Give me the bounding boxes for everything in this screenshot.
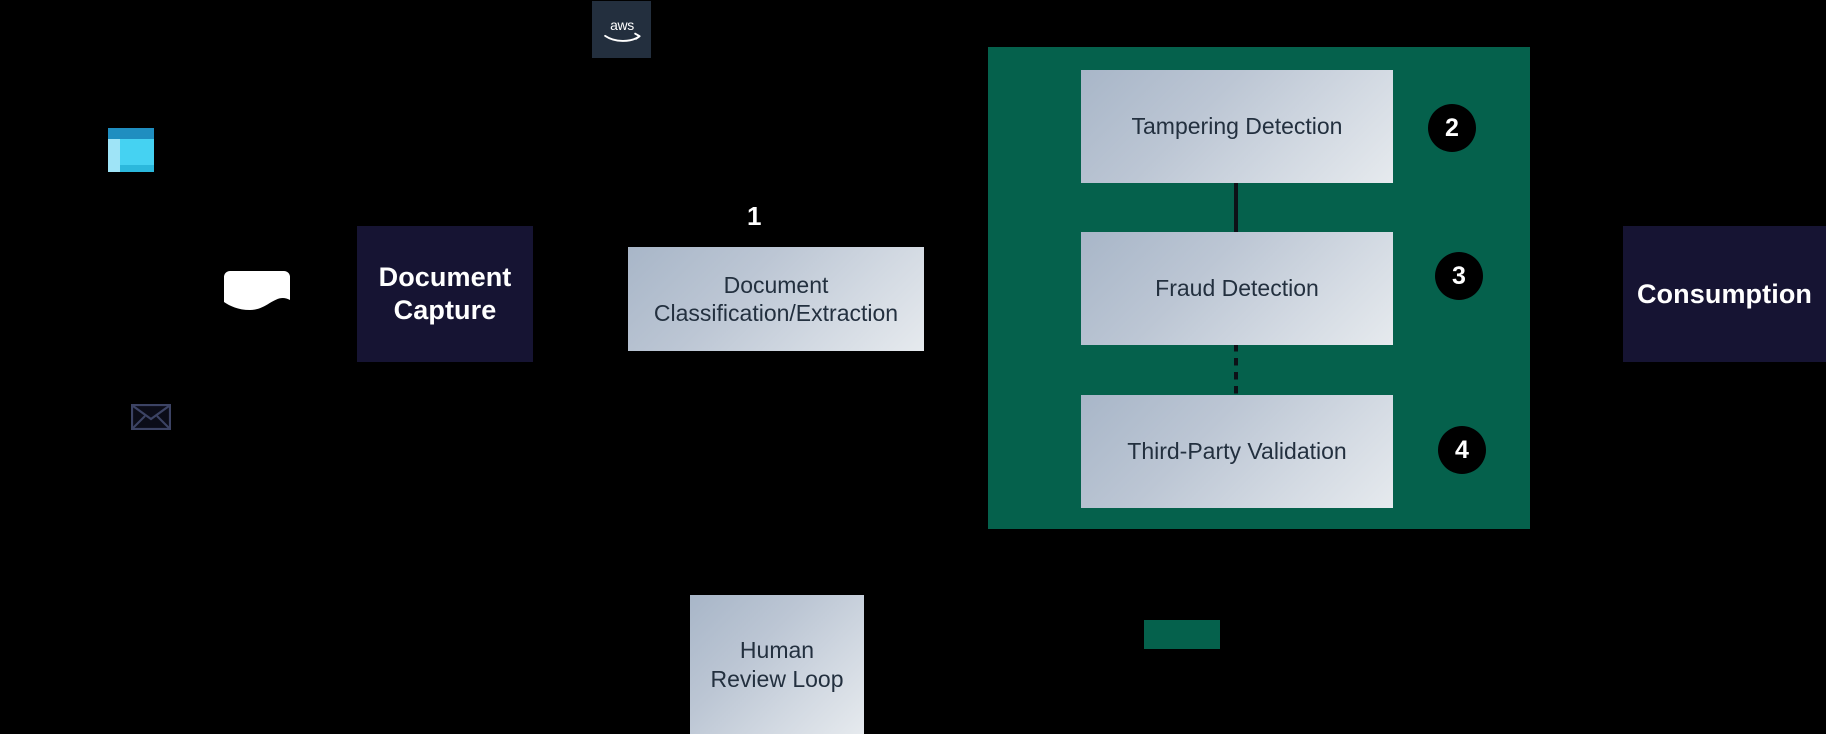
badge-step-4: 4	[1438, 426, 1486, 474]
stage-third-party-validation[interactable]: Third-Party Validation	[1081, 395, 1393, 508]
envelope-icon	[130, 403, 172, 431]
connector-fraud-to-thirdparty	[1234, 344, 1238, 400]
document-capture-label-line2: Capture	[393, 295, 497, 325]
badge-step-4-number: 4	[1455, 435, 1469, 464]
stage-consumption[interactable]: Consumption	[1623, 226, 1826, 362]
paper-document-icon	[220, 270, 290, 312]
connector-tampering-to-fraud	[1234, 182, 1238, 237]
human-review-label-line1: Human	[739, 637, 815, 664]
stage-fraud-detection[interactable]: Fraud Detection	[1081, 232, 1393, 345]
browser-window-icon	[108, 128, 154, 172]
badge-step-2: 2	[1428, 104, 1476, 152]
aws-logo-tile: aws	[592, 1, 651, 58]
stage-tampering-detection[interactable]: Tampering Detection	[1081, 70, 1393, 183]
fraud-detection-label: Fraud Detection	[1155, 275, 1319, 302]
document-capture-label: Document Capture	[379, 261, 512, 327]
diagram-canvas: aws Document Capture 1 Document Classifi…	[0, 0, 1826, 734]
classification-label: Document Classification/Extraction	[654, 271, 898, 327]
classification-label-line1: Document	[723, 271, 829, 298]
badge-step-2-number: 2	[1445, 113, 1459, 142]
stage-human-review-loop[interactable]: Human Review Loop	[690, 595, 864, 734]
tampering-detection-label: Tampering Detection	[1131, 113, 1343, 140]
green-accent-chip	[1144, 620, 1220, 649]
step-number-1: 1	[747, 201, 762, 231]
third-party-validation-label: Third-Party Validation	[1127, 438, 1347, 465]
stage-document-classification[interactable]: Document Classification/Extraction	[628, 247, 924, 351]
consumption-label: Consumption	[1636, 278, 1813, 309]
badge-step-3-number: 3	[1452, 261, 1466, 290]
aws-logo-icon: aws	[603, 17, 641, 42]
badge-step-3: 3	[1435, 252, 1483, 300]
stage-document-capture[interactable]: Document Capture	[357, 226, 533, 362]
human-review-loop-label: Human Review Loop	[711, 636, 844, 692]
document-capture-label-line1: Document	[378, 262, 512, 293]
classification-label-line2: Classification/Extraction	[653, 300, 899, 326]
human-review-label-line2: Review Loop	[710, 665, 844, 692]
svg-text:aws: aws	[610, 17, 634, 33]
